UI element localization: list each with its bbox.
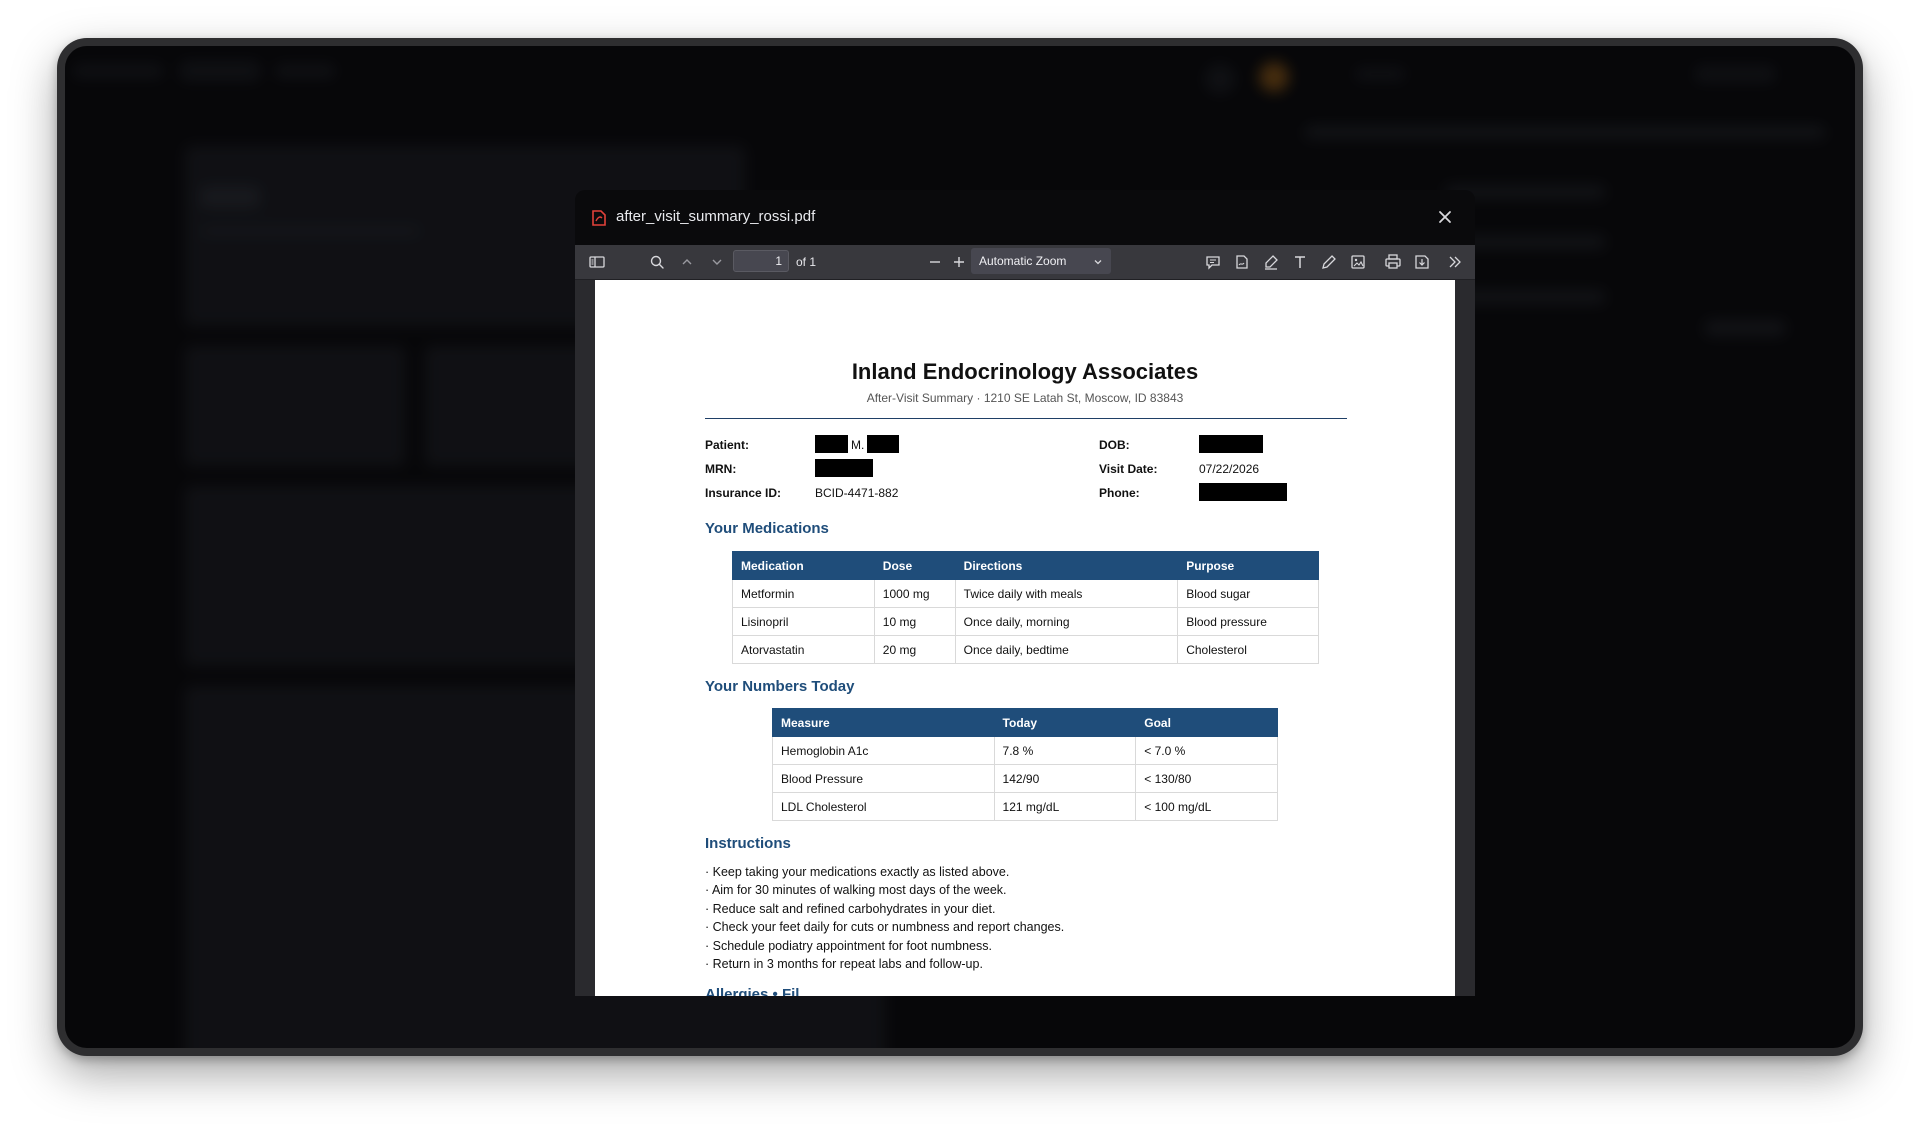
table-row: Hemoglobin A1c 7.8 % < 7.0 % [772, 736, 1278, 765]
table-cell: Blood pressure [1177, 607, 1319, 636]
dob-label: DOB: [1099, 438, 1130, 452]
header-divider [705, 418, 1347, 419]
numbers-heading: Your Numbers Today [705, 678, 855, 695]
page-count: of 1 [796, 255, 817, 269]
table-cell: Twice daily with meals [954, 579, 1179, 608]
medications-table: Medication Dose Directions Purpose Metfo… [732, 551, 1319, 664]
sidebar-toggle-icon[interactable] [587, 252, 607, 272]
table-cell: Lisinopril [732, 607, 875, 636]
close-icon[interactable] [1433, 205, 1457, 229]
column-header: Goal [1135, 708, 1278, 737]
insurance-value: BCID-4471-882 [815, 486, 899, 500]
pdf-viewer-modal: after_visit_summary_rossi.pdf 1 of 1 Aut… [575, 190, 1475, 996]
insurance-label: Insurance ID: [705, 486, 782, 500]
table-cell: LDL Cholesterol [772, 792, 995, 821]
table-cell: < 100 mg/dL [1135, 792, 1278, 821]
pdf-page: Inland Endocrinology Associates After-Vi… [595, 280, 1455, 996]
zoom-in-icon[interactable] [949, 252, 969, 272]
table-cell: 7.8 % [993, 736, 1137, 765]
redaction-bar [867, 435, 899, 453]
numbers-table: Measure Today Goal Hemoglobin A1c 7.8 % … [772, 708, 1278, 821]
zoom-out-icon[interactable] [925, 252, 945, 272]
redaction-bar [815, 459, 873, 477]
previous-page-icon[interactable] [677, 252, 697, 272]
instruction-item: · Reduce salt and refined carbohydrates … [705, 901, 996, 916]
redaction-bar [1199, 483, 1287, 501]
table-cell: 142/90 [993, 764, 1137, 793]
patient-label: Patient: [705, 438, 750, 452]
column-header: Medication [732, 551, 875, 580]
patient-initial: M. [851, 438, 865, 452]
search-icon[interactable] [647, 252, 667, 272]
table-row: LDL Cholesterol 121 mg/dL < 100 mg/dL [772, 792, 1278, 821]
table-cell: Blood sugar [1177, 579, 1319, 608]
column-header: Dose [873, 551, 956, 580]
mrn-label: MRN: [705, 462, 737, 476]
instructions-heading: Instructions [705, 835, 791, 852]
screen: after_visit_summary_rossi.pdf 1 of 1 Aut… [65, 46, 1855, 1048]
text-tool-icon[interactable] [1290, 252, 1310, 272]
phone-label: Phone: [1099, 486, 1140, 500]
instruction-item: · Aim for 30 minutes of walking most day… [705, 883, 1007, 898]
instruction-item: · Schedule podiatry appointment for foot… [705, 938, 992, 953]
pdf-toolbar: of 1 Automatic Zoom [575, 245, 1475, 280]
instruction-item: · Check your feet daily for cuts or numb… [705, 920, 1065, 935]
column-header: Directions [954, 551, 1179, 580]
instruction-item: · Return in 3 months for repeat labs and… [705, 957, 983, 972]
highlight-icon[interactable] [1261, 252, 1281, 272]
medications-heading: Your Medications [705, 520, 829, 537]
table-cell: 121 mg/dL [993, 792, 1137, 821]
table-cell: 20 mg [873, 635, 956, 664]
table-header-row: Measure Today Goal [772, 708, 1278, 737]
page-number-input[interactable] [733, 250, 789, 272]
comment-icon[interactable] [1203, 252, 1223, 272]
redaction-bar [815, 435, 848, 453]
redaction-bar [1199, 435, 1263, 453]
instruction-item: · Keep taking your medications exactly a… [705, 865, 1010, 879]
visit-date-label: Visit Date: [1099, 462, 1158, 476]
table-cell: Blood Pressure [772, 764, 995, 793]
table-cell: 10 mg [873, 607, 956, 636]
device-frame: after_visit_summary_rossi.pdf 1 of 1 Aut… [57, 38, 1863, 1056]
more-tools-icon[interactable] [1445, 252, 1465, 272]
column-header: Purpose [1177, 551, 1319, 580]
save-icon[interactable] [1412, 252, 1432, 272]
image-icon[interactable] [1348, 252, 1368, 272]
next-page-icon[interactable] [707, 252, 727, 272]
modal-header: after_visit_summary_rossi.pdf [575, 190, 1475, 245]
column-header: Measure [772, 708, 995, 737]
table-cell: < 7.0 % [1135, 736, 1278, 765]
pdf-viewer-body[interactable]: Inland Endocrinology Associates After-Vi… [575, 280, 1475, 996]
table-cell: Cholesterol [1177, 635, 1319, 664]
table-row: Metformin 1000 mg Twice daily with meals… [732, 579, 1319, 608]
table-cell: Atorvastatin [732, 635, 875, 664]
table-cell: Hemoglobin A1c [772, 736, 995, 765]
document-title: Inland Endocrinology Associates [851, 359, 1199, 384]
table-row: Lisinopril 10 mg Once daily, morning Blo… [732, 607, 1319, 636]
table-cell: 1000 mg [873, 579, 956, 608]
table-cell: Once daily, morning [954, 607, 1179, 636]
table-cell: < 130/80 [1135, 764, 1278, 793]
table-row: Atorvastatin 20 mg Once daily, bedtime C… [732, 635, 1319, 664]
allergies-heading-partial: Allergies • Fil [705, 986, 800, 996]
zoom-select-value: Automatic Zoom [979, 254, 1067, 268]
instructions-list: · Keep taking your medications exactly a… [705, 863, 1064, 973]
zoom-select[interactable]: Automatic Zoom [971, 248, 1111, 274]
table-header-row: Medication Dose Directions Purpose [732, 551, 1319, 580]
column-header: Today [993, 708, 1137, 737]
table-cell: Metformin [732, 579, 875, 608]
table-cell: Once daily, bedtime [954, 635, 1179, 664]
document-subtitle: After-Visit Summary · 1210 SE Latah St, … [866, 391, 1184, 405]
file-name: after_visit_summary_rossi.pdf [616, 208, 816, 225]
signature-icon[interactable] [1232, 252, 1252, 272]
chevron-down-icon [1093, 256, 1103, 266]
pdf-file-icon [592, 210, 606, 226]
draw-icon[interactable] [1319, 252, 1339, 272]
print-icon[interactable] [1383, 252, 1403, 272]
table-row: Blood Pressure 142/90 < 130/80 [772, 764, 1278, 793]
visit-date-value: 07/22/2026 [1199, 462, 1260, 476]
